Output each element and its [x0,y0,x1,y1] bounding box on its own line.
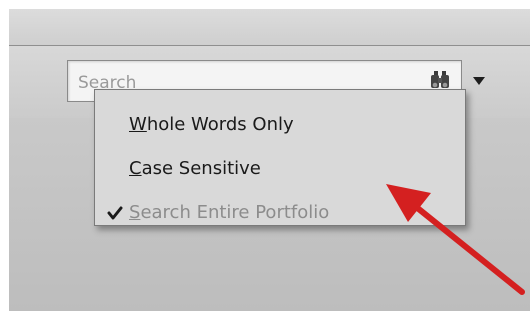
checkmark-icon [107,206,123,220]
dropdown-arrow-icon[interactable] [472,76,486,86]
menu-item-label: Case Sensitive [129,151,261,187]
mnemonic-letter: W [129,114,147,135]
menu-item-text: earch Entire Portfolio [140,202,330,223]
menu-item-case-sensitive[interactable]: Case Sensitive [95,151,465,187]
menu-item-text: ase Sensitive [141,158,261,179]
mnemonic-letter: C [129,158,142,179]
search-options-menu: Whole Words Only Case Sensitive Search E… [94,89,466,226]
application-window: Whole Words Only Case Sensitive Search E… [9,9,530,311]
title-strip [9,9,530,46]
menu-item-label: Whole Words Only [129,107,294,143]
menu-item-whole-words-only[interactable]: Whole Words Only [95,107,465,143]
menu-item-label: Search Entire Portfolio [129,195,329,231]
menu-item-search-entire-portfolio[interactable]: Search Entire Portfolio [95,195,465,231]
mnemonic-letter: S [129,202,141,223]
binoculars-icon[interactable] [429,71,451,89]
menu-item-text: hole Words Only [146,114,294,135]
